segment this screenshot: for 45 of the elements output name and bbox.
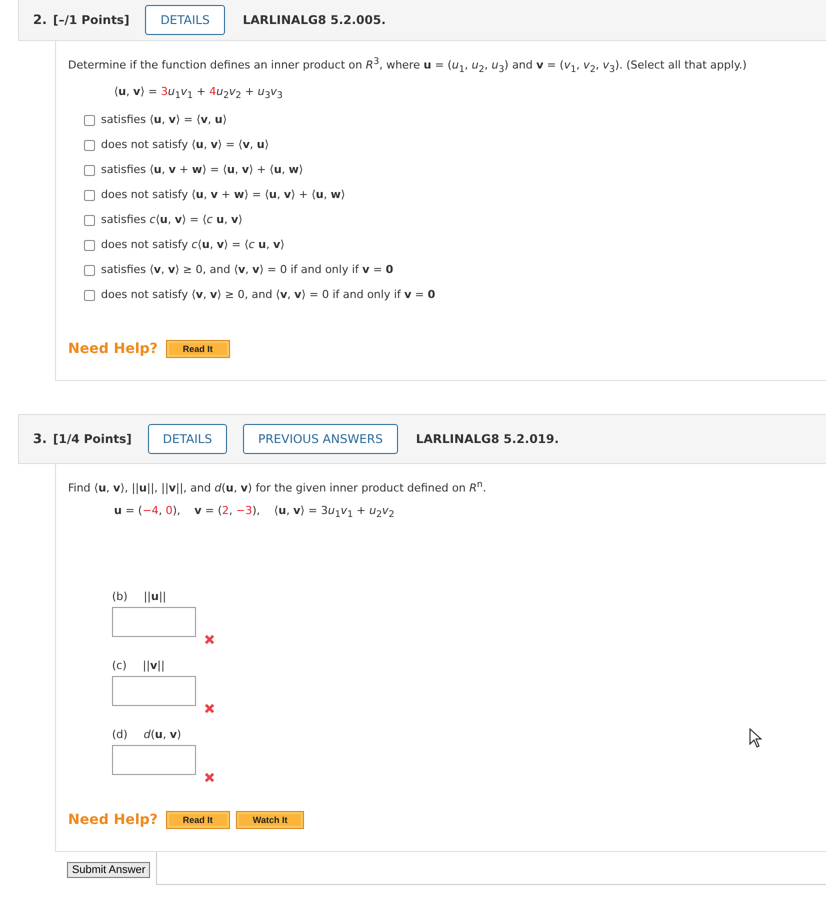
checkbox[interactable] bbox=[84, 240, 95, 251]
checkbox[interactable] bbox=[84, 140, 95, 151]
help-button[interactable]: Watch It bbox=[236, 810, 304, 829]
question-prompt: Determine if the function defines an inner product on R$^{3}$, where u = (u$_{1}$, u$_{2}$, u$_{3}$) and v = (v$_{1}$, v$_{2}$, v$_{3}$). (Select all that apply.) bbox=[68, 55, 748, 77]
question-prompt: Find ⟨u, v⟩, ||u||, ||v||, and d(u, v) for the given inner product defined on R$^{n}$. bbox=[68, 478, 488, 497]
option-label: satisfies ⟨u, v⟩ = ⟨v, u⟩ bbox=[101, 112, 227, 128]
checkbox[interactable] bbox=[84, 114, 95, 126]
answer-field[interactable] bbox=[112, 606, 196, 637]
header-button[interactable]: DETAILS bbox=[148, 424, 228, 454]
points-label: [1/4 Points] bbox=[52, 432, 132, 446]
question-code: LARLINALG8 5.2.005. bbox=[242, 13, 386, 27]
mouse-pointer-icon bbox=[749, 728, 763, 748]
header-button[interactable]: PREVIOUS ANSWERS bbox=[243, 424, 398, 454]
question-code: LARLINALG8 5.2.019. bbox=[416, 432, 559, 446]
option-label: does not satisfy ⟨v, v⟩ ≥ 0, and ⟨v, v⟩ = 0 if and only if v = 0 bbox=[101, 287, 436, 304]
need-help-label: Need Help? bbox=[68, 341, 158, 358]
option-label: satisfies ⟨u, v + w⟩ = ⟨u, v⟩ + ⟨u, w⟩ bbox=[101, 162, 304, 178]
help-button[interactable]: Read It bbox=[166, 810, 230, 829]
question-number: 2. bbox=[33, 12, 47, 28]
part-expression: d(u, v) bbox=[144, 728, 182, 741]
checkbox[interactable] bbox=[84, 190, 95, 201]
option-label: satisfies c⟨u, v⟩ = ⟨c u, v⟩ bbox=[101, 212, 243, 228]
option-label: does not satisfy ⟨u, v + w⟩ = ⟨u, v⟩ + ⟨u, w⟩ bbox=[101, 187, 346, 204]
header-button[interactable]: DETAILS bbox=[145, 5, 225, 35]
checkbox[interactable] bbox=[84, 264, 95, 276]
part-expression: ||v|| bbox=[142, 658, 165, 672]
checkbox[interactable] bbox=[84, 164, 95, 176]
part-label: (c) bbox=[112, 658, 127, 672]
points-label: [–/1 Points] bbox=[52, 13, 130, 27]
checkbox[interactable] bbox=[84, 290, 95, 301]
option-label: does not satisfy c⟨u, v⟩ = ⟨c u, v⟩ bbox=[101, 237, 285, 254]
help-button[interactable]: Read It bbox=[166, 340, 230, 358]
part-label: (b) bbox=[112, 590, 128, 603]
answer-field[interactable] bbox=[112, 744, 196, 775]
need-help-label: Need Help? bbox=[68, 812, 158, 828]
part-expression: ||u|| bbox=[144, 590, 166, 603]
part-label: (d) bbox=[112, 728, 128, 741]
formula: ⟨u, v⟩ = 3u$_{1}$v$_{1}$ + 4u$_{2}$v$_{2}$ + u$_{3}$v$_{3}$ bbox=[114, 84, 284, 104]
formula: u = (−4, 0), v = (2, −3), ⟨u, v⟩ = 3u$_{1}$v$_{1}$ + u$_{2}$v$_{2}$ bbox=[114, 502, 396, 522]
option-label: satisfies ⟨v, v⟩ ≥ 0, and ⟨v, v⟩ = 0 if and only if v = 0 bbox=[101, 262, 394, 278]
submit-button[interactable]: Submit Answer bbox=[67, 862, 150, 878]
question-number: 3. bbox=[33, 432, 47, 447]
checkbox[interactable] bbox=[84, 214, 95, 226]
answer-field[interactable] bbox=[112, 676, 196, 706]
option-label: does not satisfy ⟨u, v⟩ = ⟨v, u⟩ bbox=[101, 137, 269, 154]
